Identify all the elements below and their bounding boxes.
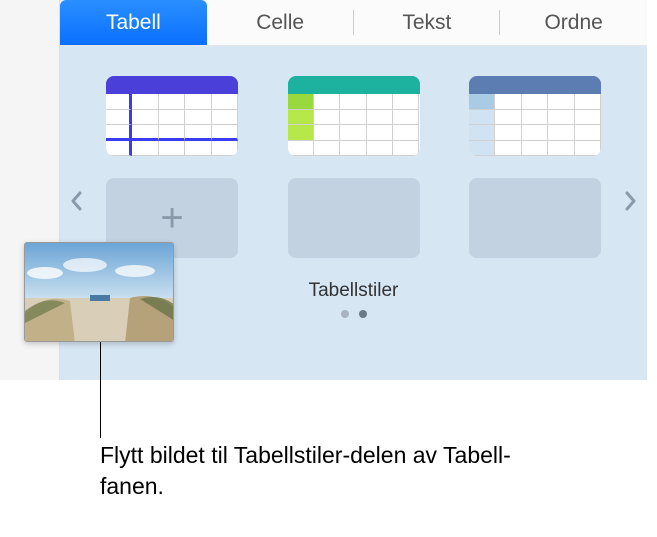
style-row: + xyxy=(106,178,601,258)
styles-prev-arrow[interactable] xyxy=(64,181,88,221)
page-dot[interactable] xyxy=(341,310,349,318)
tab-tabell[interactable]: Tabell xyxy=(60,0,207,45)
page-dot-active[interactable] xyxy=(359,310,367,318)
table-style-green[interactable] xyxy=(288,76,420,156)
dragged-image-thumbnail[interactable] xyxy=(24,242,174,342)
table-style-lightblue[interactable] xyxy=(469,76,601,156)
table-style-blue[interactable] xyxy=(106,76,238,156)
format-tabs: Tabell Celle Tekst Ordne xyxy=(60,0,647,46)
style-row xyxy=(106,76,601,156)
tab-tekst[interactable]: Tekst xyxy=(354,0,501,45)
callout-text: Flytt bildet til Tabellstiler-delen av T… xyxy=(100,440,540,502)
table-style-empty[interactable] xyxy=(469,178,601,258)
table-style-empty[interactable] xyxy=(288,178,420,258)
callout-line xyxy=(100,342,101,438)
tab-ordne[interactable]: Ordne xyxy=(500,0,647,45)
tab-celle[interactable]: Celle xyxy=(207,0,354,45)
plus-icon: + xyxy=(160,198,183,238)
style-rows: + xyxy=(60,76,647,258)
styles-next-arrow[interactable] xyxy=(619,181,643,221)
